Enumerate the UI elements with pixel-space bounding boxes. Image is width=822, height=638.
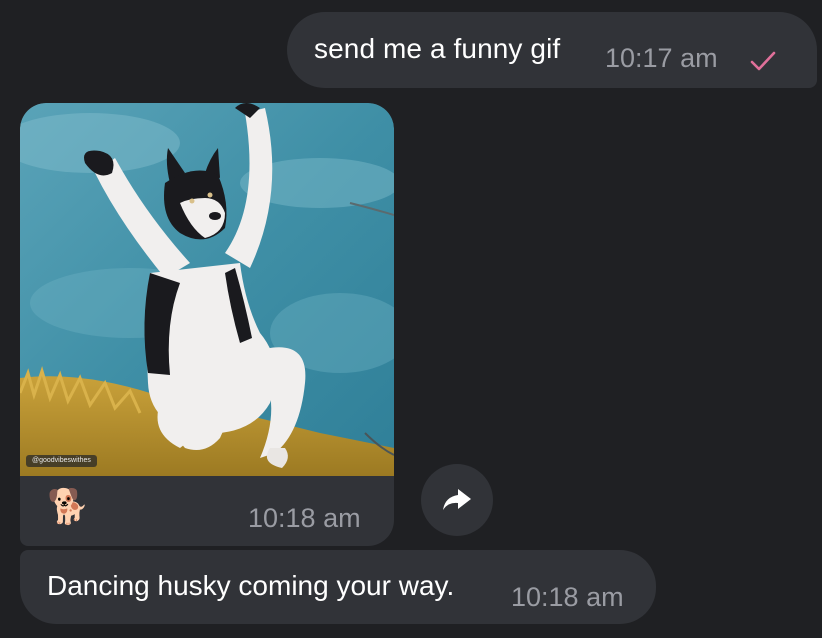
message-text: send me a funny gif: [314, 33, 561, 64]
message-timestamp: 10:17 am: [605, 43, 718, 73]
check-icon: [750, 51, 776, 71]
chat-window: send me a funny gif 10:17 am @goodvibesw…: [0, 0, 822, 638]
forward-arrow-icon: [443, 489, 471, 510]
message-timestamp: 10:18 am: [511, 582, 624, 612]
dog-icon: 🐕: [47, 487, 90, 527]
message-timestamp: 10:18 am: [248, 503, 361, 533]
outgoing-message-bubble[interactable]: send me a funny gif 10:17 am: [287, 12, 817, 88]
message-text: Dancing husky coming your way.: [47, 570, 455, 601]
gif-message-bubble[interactable]: @goodvibeswithes 🐕 10:18 am: [20, 103, 394, 546]
incoming-message-bubble[interactable]: Dancing husky coming your way. 10:18 am: [20, 550, 656, 624]
gif-watermark: @goodvibeswithes: [26, 455, 97, 467]
gif-image: [20, 103, 394, 476]
forward-button[interactable]: [421, 464, 493, 536]
husky-gif[interactable]: @goodvibeswithes: [20, 103, 394, 476]
